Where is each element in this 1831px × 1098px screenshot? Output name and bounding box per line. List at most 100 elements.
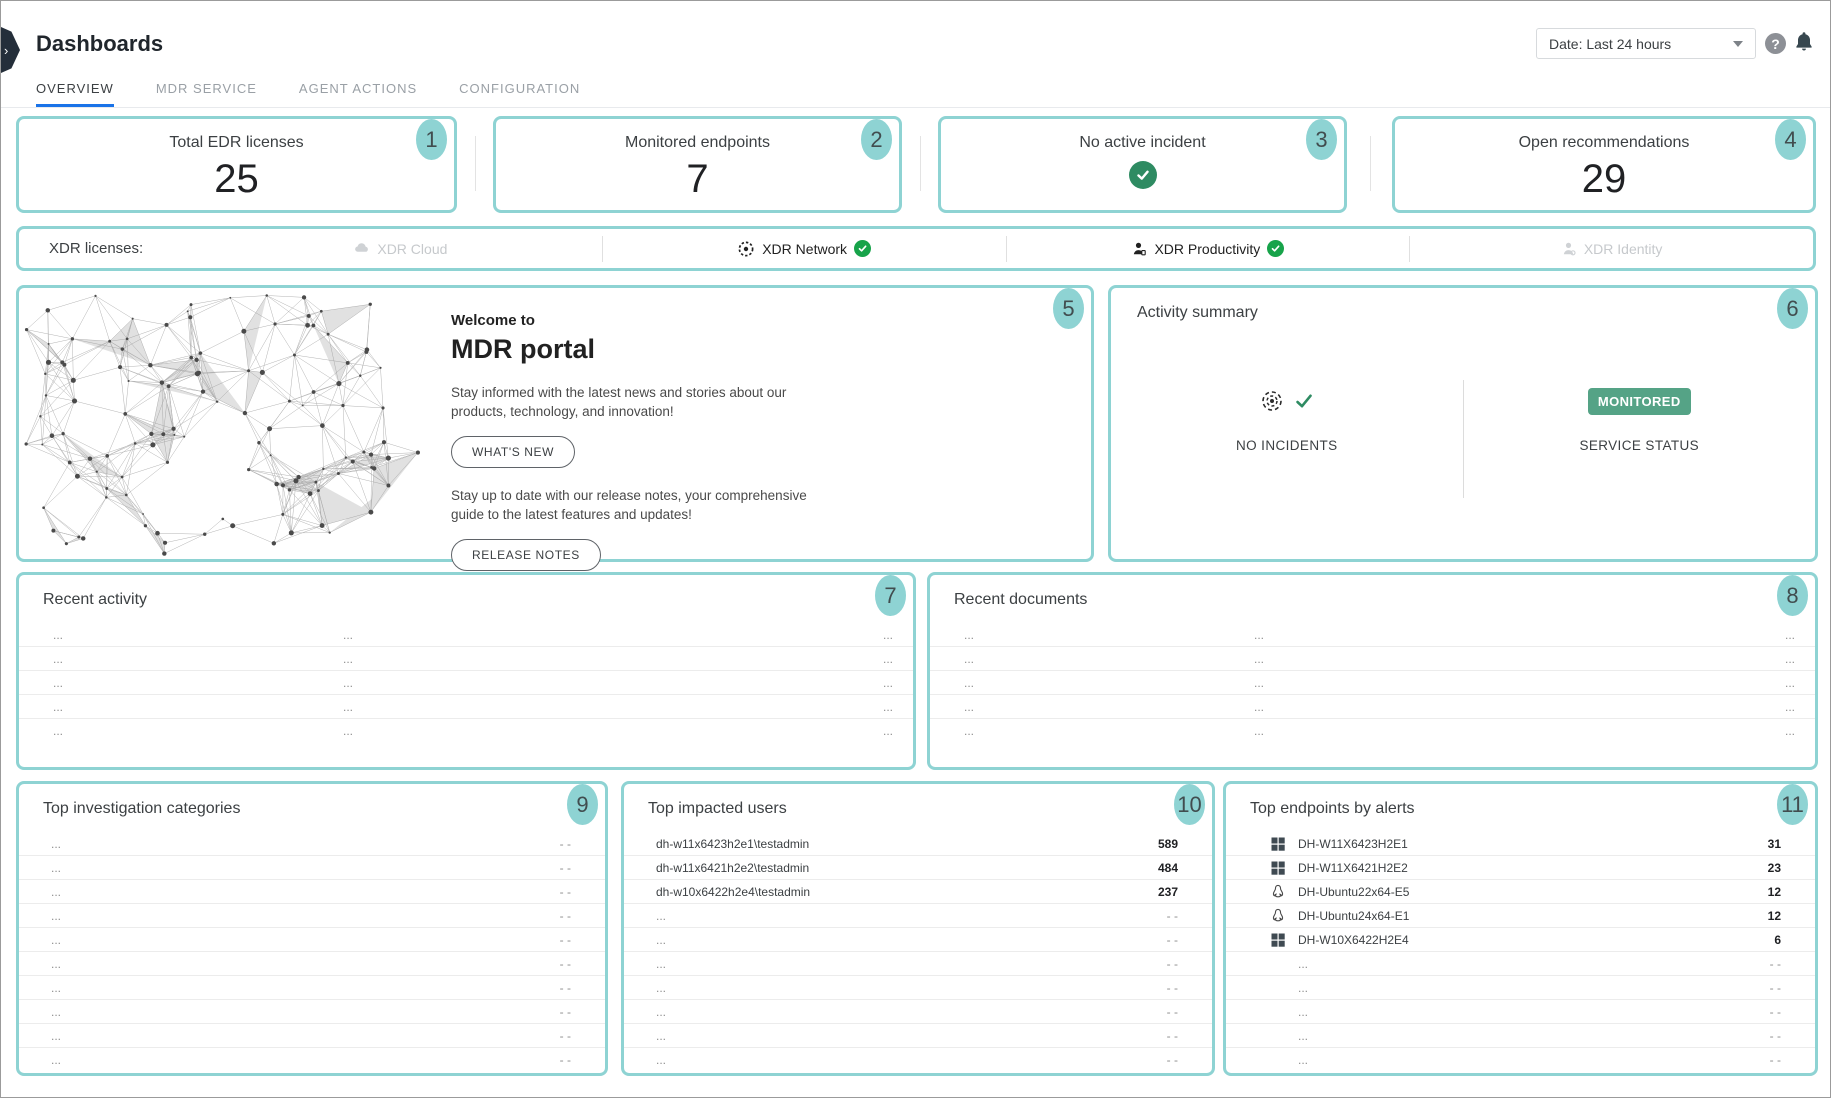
table-row[interactable]: ... - -	[1226, 1000, 1815, 1024]
identity-icon	[1561, 241, 1577, 257]
tab-overview[interactable]: OVERVIEW	[36, 81, 114, 107]
table-row[interactable]: ... - -	[624, 928, 1212, 952]
dashboard-tabbar: OVERVIEW MDR SERVICE AGENT ACTIONS CONFI…	[1, 81, 1830, 108]
endpoint-alert-count: 31	[1768, 837, 1815, 851]
cell: ...	[19, 652, 343, 666]
table-row: ... - -	[19, 904, 605, 928]
tab-agent-actions[interactable]: AGENT ACTIONS	[299, 81, 417, 107]
category-value: - -	[560, 885, 605, 899]
stat-card-open-recommendations: 4 Open recommendations 29	[1392, 116, 1816, 213]
table-row[interactable]: dh-w11x6421h2e2\testadmin 484	[624, 856, 1212, 880]
endpoint-alert-count: 12	[1768, 885, 1815, 899]
table-row: ... - -	[19, 928, 605, 952]
user-name: dh-w10x6422h2e4\testadmin	[624, 885, 1158, 899]
table-row[interactable]: ... - -	[624, 1048, 1212, 1072]
table-row[interactable]: dh-w10x6422h2e4\testadmin 237	[624, 880, 1212, 904]
sidebar-expand-toggle[interactable]: ›	[1, 27, 20, 73]
table-row: ... - -	[19, 880, 605, 904]
cell: ...	[1254, 676, 1755, 690]
table-row[interactable]: DH-Ubuntu22x64-E5 12	[1226, 880, 1815, 904]
productivity-icon	[1131, 241, 1147, 257]
table-row[interactable]: dh-w11x6423h2e1\testadmin 589	[624, 832, 1212, 856]
tab-configuration[interactable]: CONFIGURATION	[459, 81, 580, 107]
table-row[interactable]: ... - -	[624, 976, 1212, 1000]
card-title: Top investigation categories	[43, 800, 240, 818]
table-row[interactable]: DH-W11X6423H2E1 31	[1226, 832, 1815, 856]
user-name: ...	[624, 933, 1167, 947]
table-row: ... ... ...	[19, 695, 913, 719]
endpoint-alert-count: - -	[1770, 981, 1815, 995]
os-icon	[1270, 1052, 1286, 1068]
table-row[interactable]: ... - -	[1226, 952, 1815, 976]
stat-card-no-active-incident: 3 No active incident	[938, 116, 1347, 213]
endpoint-alert-count: 23	[1768, 861, 1815, 875]
notifications-bell-icon[interactable]	[1792, 31, 1816, 55]
category-value: - -	[560, 861, 605, 875]
user-alert-count: 237	[1158, 885, 1212, 899]
table-row[interactable]: ... - -	[1226, 976, 1815, 1000]
card-title: Recent activity	[43, 591, 147, 609]
table-row[interactable]: ... - -	[624, 1024, 1212, 1048]
category-label: ...	[19, 957, 560, 971]
table-row[interactable]: ... - -	[624, 904, 1212, 928]
table-row[interactable]: DH-Ubuntu24x64-E1 12	[1226, 904, 1815, 928]
windows-icon	[1270, 836, 1286, 852]
cell: ...	[853, 700, 913, 714]
user-name: ...	[624, 981, 1167, 995]
category-label: ...	[19, 1029, 560, 1043]
user-alert-count: - -	[1167, 933, 1212, 947]
cell: ...	[930, 724, 1254, 738]
os-icon	[1270, 884, 1286, 900]
table-row[interactable]: ... - -	[1226, 1048, 1815, 1072]
cell: ...	[930, 628, 1254, 642]
table-row: ... - -	[19, 832, 605, 856]
cell: ...	[1755, 676, 1815, 690]
cell: ...	[343, 700, 853, 714]
category-value: - -	[560, 981, 605, 995]
activity-summary-card: 6 Activity summary NO INCIDENTS	[1108, 285, 1818, 562]
annotation-badge: 10	[1174, 784, 1205, 825]
table-row[interactable]: ... - -	[1226, 1024, 1815, 1048]
endpoint-name: ...	[1298, 957, 1770, 971]
table-row[interactable]: DH-W11X6421H2E2 23	[1226, 856, 1815, 880]
table-row[interactable]: ... - -	[624, 952, 1212, 976]
annotation-badge: 7	[875, 575, 906, 616]
cell: ...	[19, 676, 343, 690]
endpoint-name: DH-Ubuntu24x64-E1	[1298, 909, 1768, 923]
user-name: ...	[624, 1029, 1167, 1043]
os-icon	[1270, 860, 1286, 876]
chevron-right-icon: ›	[4, 43, 8, 58]
xdr-licenses-label: XDR licenses:	[19, 240, 199, 257]
xdr-licenses-bar: XDR licenses: XDR Cloud XDR Network XDR …	[16, 226, 1816, 271]
release-notes-button[interactable]: RELEASE NOTES	[451, 539, 601, 571]
cell: ...	[19, 628, 343, 642]
top-investigation-categories-card: 9 Top investigation categories ... - - .…	[16, 781, 608, 1076]
endpoint-name: ...	[1298, 1053, 1770, 1067]
os-icon	[1270, 908, 1286, 924]
endpoint-alert-count: 12	[1768, 909, 1815, 923]
windows-icon	[1270, 932, 1286, 948]
chevron-down-icon	[1733, 41, 1743, 47]
table-row[interactable]: DH-W10X6422H2E4 6	[1226, 928, 1815, 952]
monitored-status-badge: MONITORED	[1588, 388, 1691, 415]
tab-mdr-service[interactable]: MDR SERVICE	[156, 81, 257, 107]
endpoint-name: ...	[1298, 1029, 1770, 1043]
help-icon[interactable]: ?	[1765, 33, 1786, 54]
category-label: ...	[19, 861, 560, 875]
user-alert-count: - -	[1167, 981, 1212, 995]
endpoint-name: DH-W10X6422H2E4	[1298, 933, 1774, 947]
cell: ...	[1254, 628, 1755, 642]
category-value: - -	[560, 1053, 605, 1067]
table-row[interactable]: ... - -	[624, 1000, 1212, 1024]
date-range-select[interactable]: Date: Last 24 hours	[1536, 28, 1756, 59]
cell: ...	[853, 652, 913, 666]
top-endpoints-table: DH-W11X6423H2E1 31 DH-W11X6421H2E2 23	[1226, 832, 1815, 1072]
category-value: - -	[560, 957, 605, 971]
whats-new-button[interactable]: WHAT'S NEW	[451, 436, 575, 468]
category-value: - -	[560, 1005, 605, 1019]
annotation-badge: 11	[1777, 784, 1808, 825]
table-row: ... - -	[19, 952, 605, 976]
linux-icon	[1270, 908, 1286, 924]
cell: ...	[1755, 628, 1815, 642]
stat-value: 7	[686, 156, 708, 202]
